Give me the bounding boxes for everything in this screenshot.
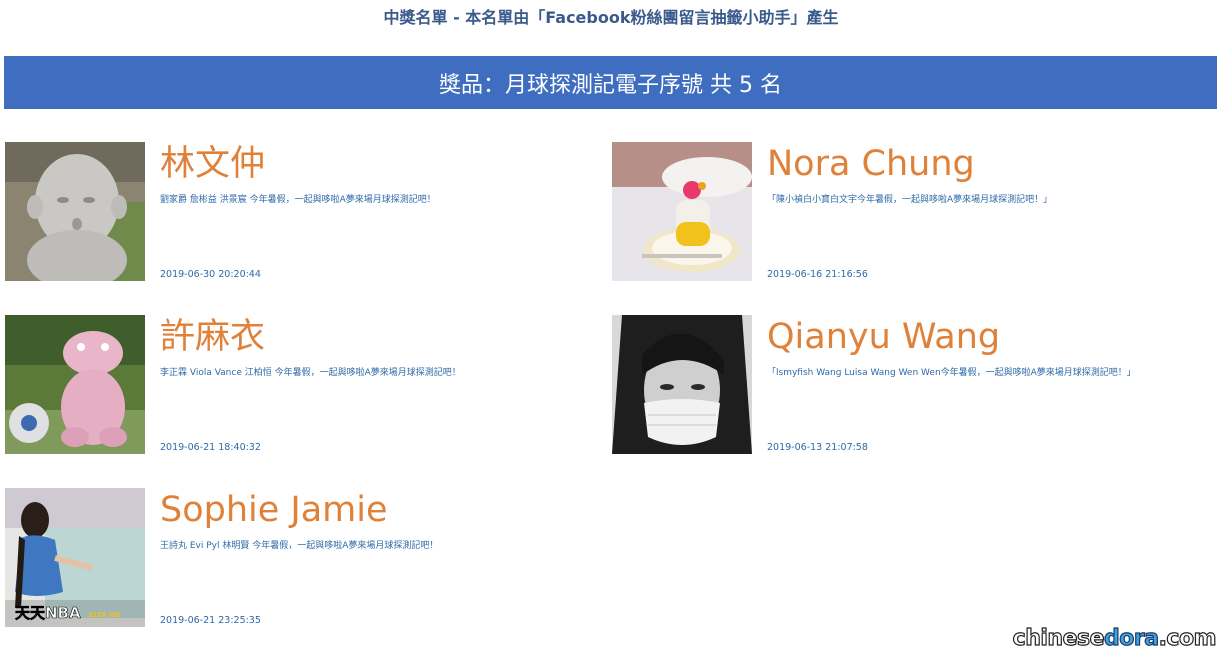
photo-overlay-badge: ELTA HD — [89, 611, 121, 619]
dessert-photo-icon — [612, 142, 752, 281]
watermark-part3: .com — [1158, 625, 1217, 651]
pink-dinosaur-photo-icon — [5, 315, 145, 454]
winner-name: 許麻衣 — [160, 317, 266, 357]
winner-comment: 劉家爵 詹彬益 洪景宸 今年暑假，一起與哆啦A夢來場月球探測記吧！ — [160, 195, 436, 205]
prize-banner: 獎品： 月球探測記電子序號 共 5 名 — [4, 56, 1217, 109]
stone-statue-photo-icon — [5, 142, 145, 281]
page-title: 中獎名單 - 本名單由「Facebook粉絲團留言抽籤小助手」產生 — [383, 8, 839, 27]
winner-date: 2019-06-21 23:25:35 — [160, 615, 261, 626]
prize-name: 月球探測記電子序號 — [505, 72, 704, 98]
winner-name: Sophie Jamie — [160, 490, 388, 530]
site-watermark: chinesedora.com — [1012, 625, 1217, 651]
masked-person-photo-icon — [612, 315, 752, 454]
winner-card: Nora Chung 「陳小禎白小寶白文宇今年暑假，一起與哆啦A夢來場月球探測記… — [612, 142, 1212, 282]
winner-name: 林文仲 — [160, 144, 266, 184]
photo-overlay-text: 天天NBA — [15, 604, 81, 622]
winner-card: 許麻衣 李正霖 Viola Vance 江柏恒 今年暑假，一起與哆啦A夢來場月球… — [5, 315, 605, 455]
winner-card: Qianyu Wang 「lsmyfish Wang Luisa Wang We… — [612, 315, 1212, 455]
winner-date: 2019-06-21 18:40:32 — [160, 442, 261, 453]
winner-date: 2019-06-30 20:20:44 — [160, 269, 261, 280]
winner-comment: 李正霖 Viola Vance 江柏恒 今年暑假，一起與哆啦A夢來場月球探測記吧… — [160, 368, 461, 378]
winner-name: Qianyu Wang — [767, 317, 1001, 357]
winner-comment: 「lsmyfish Wang Luisa Wang Wen Wen今年暑假，一起… — [767, 368, 1136, 378]
winner-card: 天天NBA ELTA HD Sophie Jamie 王詩丸 Evi Pyl 林… — [5, 488, 605, 628]
winner-comment: 王詩丸 Evi Pyl 林明賢 今年暑假，一起與哆啦A夢來場月球探測記吧！ — [160, 541, 439, 551]
prize-label: 獎品： — [438, 72, 505, 98]
winner-card: 林文仲 劉家爵 詹彬益 洪景宸 今年暑假，一起與哆啦A夢來場月球探測記吧！ 20… — [5, 142, 605, 282]
winner-comment: 「陳小禎白小寶白文宇今年暑假，一起與哆啦A夢來場月球探測記吧！」 — [767, 195, 1053, 205]
watermark-part2: dora — [1103, 625, 1159, 651]
winner-date: 2019-06-16 21:16:56 — [767, 269, 868, 280]
prize-count: 共 5 名 — [710, 72, 782, 98]
winner-name: Nora Chung — [767, 144, 975, 184]
winner-date: 2019-06-13 21:07:58 — [767, 442, 868, 453]
painting-person-photo-icon: 天天NBA ELTA HD — [5, 488, 145, 627]
watermark-part1: chinese — [1012, 625, 1105, 651]
